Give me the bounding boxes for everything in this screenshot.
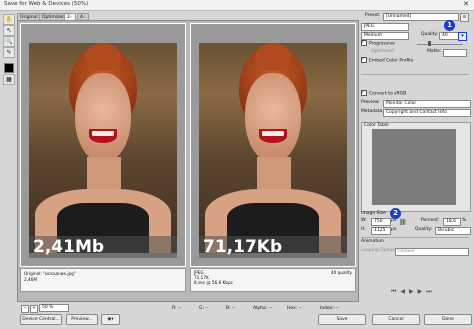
g-readout: G: --: [199, 306, 209, 311]
optimized-quality: 40 quality: [331, 270, 352, 275]
percent-input[interactable]: 18,6: [443, 218, 461, 226]
eyedropper-color-swatch[interactable]: [4, 63, 14, 73]
index-readout: Index: --: [320, 306, 339, 311]
device-central-button[interactable]: Device Central...: [20, 314, 62, 325]
optimized-info-panel: JPEG 71,17K 8 sec @ 56.6 Kbps 40 quality: [190, 268, 356, 292]
preset-label: Preset:: [365, 13, 381, 18]
title-bar: Save for Web & Devices (50%) ✕: [0, 0, 474, 11]
zoom-in-icon[interactable]: +: [30, 305, 38, 313]
percent-unit: %: [462, 218, 467, 223]
metadata-select[interactable]: Copyright and Contact Info: [383, 109, 471, 117]
optimized-checkbox-label: Optimized: [371, 49, 395, 54]
color-table: Color Table: [361, 122, 471, 212]
animation-label: Animation: [361, 239, 384, 244]
callout-badge-1: 1: [444, 20, 455, 31]
metadata-label: Metadata:: [361, 109, 384, 114]
embed-profile-checkbox[interactable]: Embed Color Profile: [361, 55, 413, 65]
original-size: 2,46M: [24, 277, 37, 282]
quality-label: Quality:: [421, 32, 439, 37]
optimized-preview-pane[interactable]: 71,17Kb: [190, 23, 356, 267]
cancel-button[interactable]: Cancel: [372, 314, 420, 325]
resample-quality-select[interactable]: Bicubic: [435, 227, 471, 235]
width-input[interactable]: 750: [371, 218, 391, 226]
color-table-label: Color Table: [364, 123, 389, 128]
convert-srgb-checkbox[interactable]: Convert to sRGB: [361, 88, 406, 98]
file-size-label: 71,17Kb: [203, 237, 283, 257]
looping-options-label: Looping Options:: [361, 248, 400, 253]
percent-label: Percent:: [421, 218, 440, 223]
save-button[interactable]: Save: [318, 314, 366, 325]
preview-button[interactable]: Preview...: [66, 314, 98, 325]
animation-controls[interactable]: ⏮◀▶▶⏭: [391, 288, 467, 296]
width-label: W:: [361, 218, 367, 223]
save-for-web-dialog: Save for Web & Devices (50%) ✕ ✋ ↖ 🔍 ✎ ▦…: [0, 0, 474, 329]
quality-input[interactable]: 40: [439, 32, 459, 40]
b-readout: B: --: [226, 306, 236, 311]
file-size-overlay: 2,41Mb: [29, 236, 177, 258]
browser-select-icon[interactable]: ◉▾: [101, 314, 120, 325]
zoom-out-icon[interactable]: −: [21, 305, 29, 313]
quality-dropdown-icon[interactable]: ▾: [458, 32, 467, 41]
original-info-panel: Original: "исходник.jpg" 2,46M: [20, 268, 186, 292]
width-unit: px: [391, 218, 397, 223]
file-size-overlay: 71,17Kb: [199, 236, 347, 258]
original-filename: Original: "исходник.jpg": [24, 271, 76, 276]
height-input[interactable]: 1125: [371, 227, 391, 235]
window-title: Save for Web & Devices (50%): [4, 1, 89, 7]
optimize-menu-icon[interactable]: ≡: [460, 13, 469, 22]
zoom-level-select[interactable]: 50 %: [39, 304, 69, 312]
eyedropper-tool-icon[interactable]: ✎: [3, 47, 15, 58]
matte-select[interactable]: [443, 49, 467, 57]
portrait-image: [29, 43, 177, 253]
preview-select[interactable]: Monitor Color: [383, 100, 471, 108]
hex-readout: Hex: --: [287, 306, 302, 311]
portrait-image: [199, 43, 347, 253]
preview-canvas: 2,41Mb Original: "исходник.jpg" 2,46M 71…: [17, 20, 359, 302]
matte-label: Matte:: [427, 49, 442, 54]
hand-tool-icon[interactable]: ✋: [3, 14, 15, 25]
toolbox: ✋ ↖ 🔍 ✎ ▦: [2, 14, 15, 85]
height-label: H:: [361, 227, 366, 232]
close-icon[interactable]: ✕: [461, 0, 471, 9]
r-readout: R: --: [172, 306, 182, 311]
looping-options-select[interactable]: Forever: [395, 248, 469, 256]
optimize-settings-panel: Preset: [Unnamed] ≡ JPEG Medium Quality:…: [361, 12, 471, 302]
alpha-readout: Alpha: --: [253, 306, 272, 311]
quality-slider-thumb[interactable]: [428, 41, 431, 46]
color-table-grid: [372, 129, 456, 205]
optimized-download-time: 8 sec @ 56.6 Kbps: [194, 280, 233, 285]
status-bar: − + 50 % R: -- G: -- B: -- Alpha: -- Hex…: [17, 304, 357, 314]
file-size-label: 2,41Mb: [33, 237, 105, 257]
resample-quality-label: Quality:: [415, 227, 433, 232]
preview-label: Preview:: [361, 100, 380, 105]
done-button[interactable]: Done: [424, 314, 472, 325]
compression-select[interactable]: Medium: [361, 32, 409, 40]
zoom-tool-icon[interactable]: 🔍: [3, 36, 15, 47]
progressive-checkbox[interactable]: Progressive: [361, 38, 395, 48]
toggle-slices-icon[interactable]: ▦: [3, 74, 15, 85]
quality-slider[interactable]: [417, 44, 463, 45]
format-select[interactable]: JPEG: [361, 23, 409, 31]
height-unit: px: [391, 227, 397, 232]
original-preview-pane[interactable]: 2,41Mb: [20, 23, 186, 267]
link-icon[interactable]: ⛓: [399, 219, 407, 226]
slice-select-tool-icon[interactable]: ↖: [3, 25, 15, 36]
